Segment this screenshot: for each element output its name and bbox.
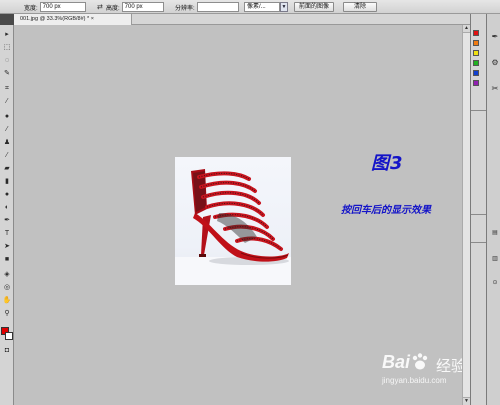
swap-button[interactable]: ⇄	[97, 2, 103, 12]
tool-preset-icon[interactable]: ✂	[490, 84, 500, 94]
document-tab-title: 001.jpg @ 33.3%(RGB/8#) *	[20, 16, 91, 22]
paw-icon	[412, 353, 428, 370]
paths-icon[interactable]: ⊙	[490, 278, 500, 288]
pen-tool-icon[interactable]: ✒	[2, 217, 12, 225]
document-tab[interactable]: 001.jpg @ 33.3%(RGB/8#) * ×	[14, 14, 132, 25]
dodge-tool-icon[interactable]: ◐	[2, 204, 12, 212]
swatch-blue[interactable]	[473, 70, 479, 76]
front-image-button-label: 前面的图像	[294, 2, 335, 12]
unit-select[interactable]: 像素/... ▼	[244, 2, 288, 12]
right-panel-dock: ✒ ⚙ ✂ ▤ ▥ ⊙	[470, 14, 500, 405]
move-tool-icon[interactable]: ▸	[2, 31, 12, 39]
resolution-label: 分辨率:	[175, 5, 195, 12]
height-group: 高度: 700 px	[106, 2, 164, 12]
eyedropper-tool-icon[interactable]: ⁄	[2, 98, 12, 106]
clear-button-label: 清除	[343, 2, 378, 12]
clear-button[interactable]: 清除	[343, 2, 378, 12]
blur-tool-icon[interactable]: ●	[2, 191, 12, 199]
scroll-up-icon[interactable]: ▲	[463, 25, 470, 33]
dock-divider	[471, 110, 487, 111]
eraser-tool-icon[interactable]: ▰	[2, 165, 12, 173]
swap-icon: ⇄	[97, 4, 103, 11]
lasso-tool-icon[interactable]: ◌	[2, 57, 12, 65]
dock-divider	[471, 214, 487, 215]
width-input[interactable]: 700 px	[39, 2, 86, 12]
resolution-input[interactable]	[196, 2, 239, 12]
width-group: 宽度: 700 px	[24, 2, 86, 12]
gradient-tool-icon[interactable]: ▮	[2, 178, 12, 186]
quick-mask-icon[interactable]: ◘	[2, 347, 12, 355]
tools-panel: ▸ ⬚ ◌ ✎ ⌗ ⁄ ● ⁄ ♟ ⁄ ▰ ▮ ● ◐ ✒ T ➤ ■ ◈ ◎ …	[0, 25, 14, 405]
background-color-swatch[interactable]	[5, 332, 13, 340]
panel-icons: ✒ ⚙ ✂ ▤ ▥ ⊙	[486, 14, 500, 405]
resolution-group: 分辨率:	[175, 2, 239, 12]
annotation-subtitle: 按回车后的显示效果	[341, 205, 431, 216]
front-image-button[interactable]: 前面的图像	[294, 2, 335, 12]
swatches-panel	[470, 14, 487, 405]
watermark-url: jingyan.baidu.com	[382, 376, 447, 385]
zoom-tool-icon[interactable]: ⚲	[2, 310, 12, 318]
document-canvas[interactable]: 图3 按回车后的显示效果 Bai 经验 jingyan.baidu.com	[14, 25, 466, 405]
hand-tool-icon[interactable]: ✋	[2, 297, 12, 305]
brush-tool-icon[interactable]: ⁄	[2, 126, 12, 134]
3d-orbit-tool-icon[interactable]: ◎	[2, 284, 12, 292]
height-label: 高度:	[106, 5, 120, 12]
type-tool-icon[interactable]: T	[2, 230, 12, 238]
brush-preset-icon[interactable]: ✒	[490, 32, 500, 42]
layers-icon[interactable]: ▤	[490, 228, 500, 238]
vertical-scrollbar[interactable]: ▲ ▼	[462, 25, 470, 405]
swatch-green[interactable]	[473, 60, 479, 66]
document-tab-strip: 001.jpg @ 33.3%(RGB/8#) * ×	[14, 14, 470, 25]
chevron-down-icon: ▼	[280, 2, 288, 12]
scroll-down-icon[interactable]: ▼	[463, 397, 470, 405]
close-icon[interactable]: ×	[91, 16, 94, 22]
healing-tool-icon[interactable]: ●	[2, 113, 12, 121]
quick-select-tool-icon[interactable]: ✎	[2, 70, 12, 78]
clone-source-icon[interactable]: ⚙	[490, 58, 500, 68]
width-label: 宽度:	[24, 5, 38, 12]
options-bar: 宽度: 700 px ⇄ 高度: 700 px 分辨率: 像素/... ▼ 前面…	[0, 0, 500, 14]
photoshop-window: 宽度: 700 px ⇄ 高度: 700 px 分辨率: 像素/... ▼ 前面…	[0, 0, 500, 405]
swatch-yellow[interactable]	[473, 50, 479, 56]
path-select-tool-icon[interactable]: ➤	[2, 243, 12, 251]
stamp-tool-icon[interactable]: ♟	[2, 139, 12, 147]
swatch-purple[interactable]	[473, 80, 479, 86]
history-brush-tool-icon[interactable]: ⁄	[2, 152, 12, 160]
annotation-title: 图3	[371, 153, 404, 174]
marquee-tool-icon[interactable]: ⬚	[2, 44, 12, 52]
swatch-red[interactable]	[473, 30, 479, 36]
swatch-orange[interactable]	[473, 40, 479, 46]
channels-icon[interactable]: ▥	[490, 254, 500, 264]
height-input[interactable]: 700 px	[121, 2, 164, 12]
unit-select-value: 像素/...	[244, 2, 280, 12]
baidu-watermark: Bai 经验 jingyan.baidu.com	[352, 346, 472, 402]
red-high-heel-sandal	[175, 169, 291, 285]
crop-tool-icon[interactable]: ⌗	[2, 85, 12, 93]
shoe-image	[175, 157, 291, 285]
watermark-brand: Bai	[382, 352, 411, 372]
shape-tool-icon[interactable]: ■	[2, 256, 12, 264]
dock-divider	[471, 242, 487, 243]
3d-rotate-tool-icon[interactable]: ◈	[2, 271, 12, 279]
